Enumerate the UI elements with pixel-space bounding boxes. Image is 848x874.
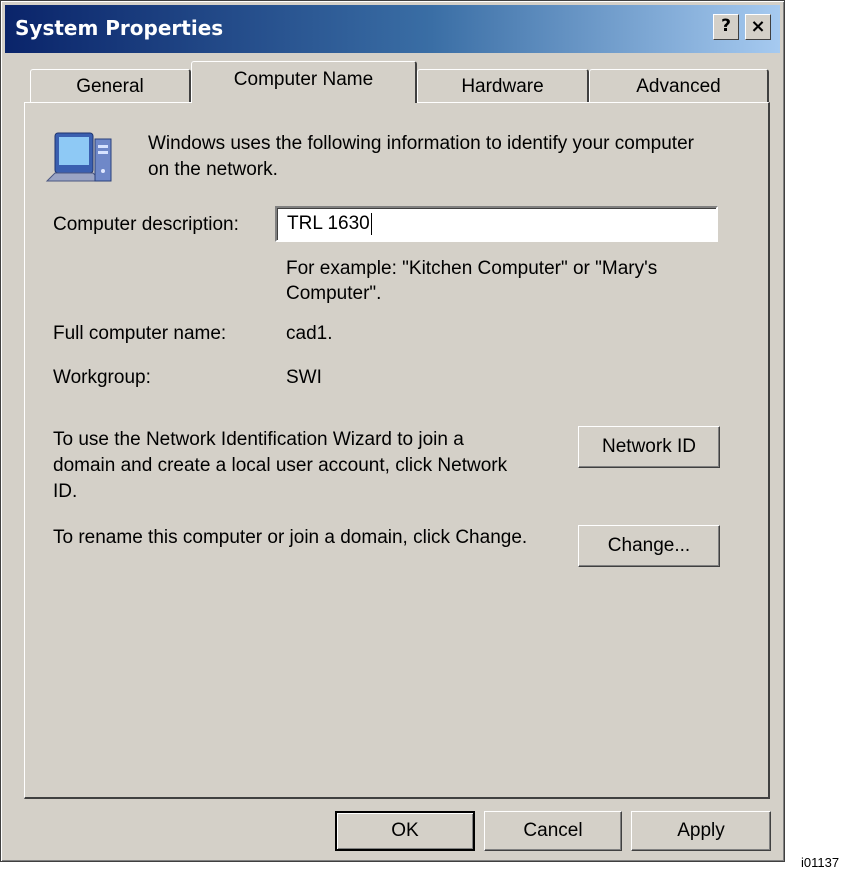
cancel-button[interactable]: Cancel bbox=[484, 811, 622, 851]
ok-button[interactable]: OK bbox=[335, 811, 475, 851]
computer-description-value: TRL 1630 bbox=[287, 213, 370, 234]
network-id-button[interactable]: Network ID bbox=[578, 426, 720, 468]
full-computer-name-value: cad1. bbox=[286, 323, 333, 344]
intro-text-line1: Windows uses the following information t… bbox=[148, 133, 694, 154]
computer-description-label: Computer description: bbox=[53, 214, 239, 235]
tab-computer-name[interactable]: Computer Name bbox=[191, 61, 417, 103]
network-id-text-line3: ID. bbox=[53, 481, 78, 502]
title-bar[interactable]: System Properties ? × bbox=[5, 5, 780, 53]
window-title: System Properties bbox=[15, 16, 224, 40]
network-id-text-line2: domain and create a local user account, … bbox=[53, 455, 508, 476]
text-caret bbox=[370, 212, 372, 235]
system-properties-window: System Properties ? × General Computer N… bbox=[0, 0, 785, 862]
rename-text: To rename this computer or join a domain… bbox=[53, 527, 528, 548]
tab-hardware[interactable]: Hardware bbox=[417, 69, 589, 102]
change-button[interactable]: Change... bbox=[578, 525, 720, 567]
network-id-text-line1: To use the Network Identification Wizard… bbox=[53, 429, 464, 450]
full-computer-name-label: Full computer name: bbox=[53, 323, 227, 344]
workgroup-value: SWI bbox=[286, 367, 322, 388]
apply-button[interactable]: Apply bbox=[631, 811, 771, 851]
computer-description-input[interactable]: TRL 1630 bbox=[275, 206, 718, 242]
example-text-line2: Computer". bbox=[286, 283, 382, 304]
workgroup-label: Workgroup: bbox=[53, 367, 151, 388]
tab-advanced[interactable]: Advanced bbox=[589, 69, 769, 102]
help-button[interactable]: ? bbox=[713, 14, 739, 40]
example-text-line1: For example: "Kitchen Computer" or "Mary… bbox=[286, 258, 658, 279]
figure-id: i01137 bbox=[801, 855, 840, 870]
network-computer-icon bbox=[45, 132, 112, 182]
tab-general[interactable]: General bbox=[30, 69, 191, 102]
intro-text-line2: on the network. bbox=[148, 159, 278, 180]
close-button[interactable]: × bbox=[745, 14, 771, 40]
